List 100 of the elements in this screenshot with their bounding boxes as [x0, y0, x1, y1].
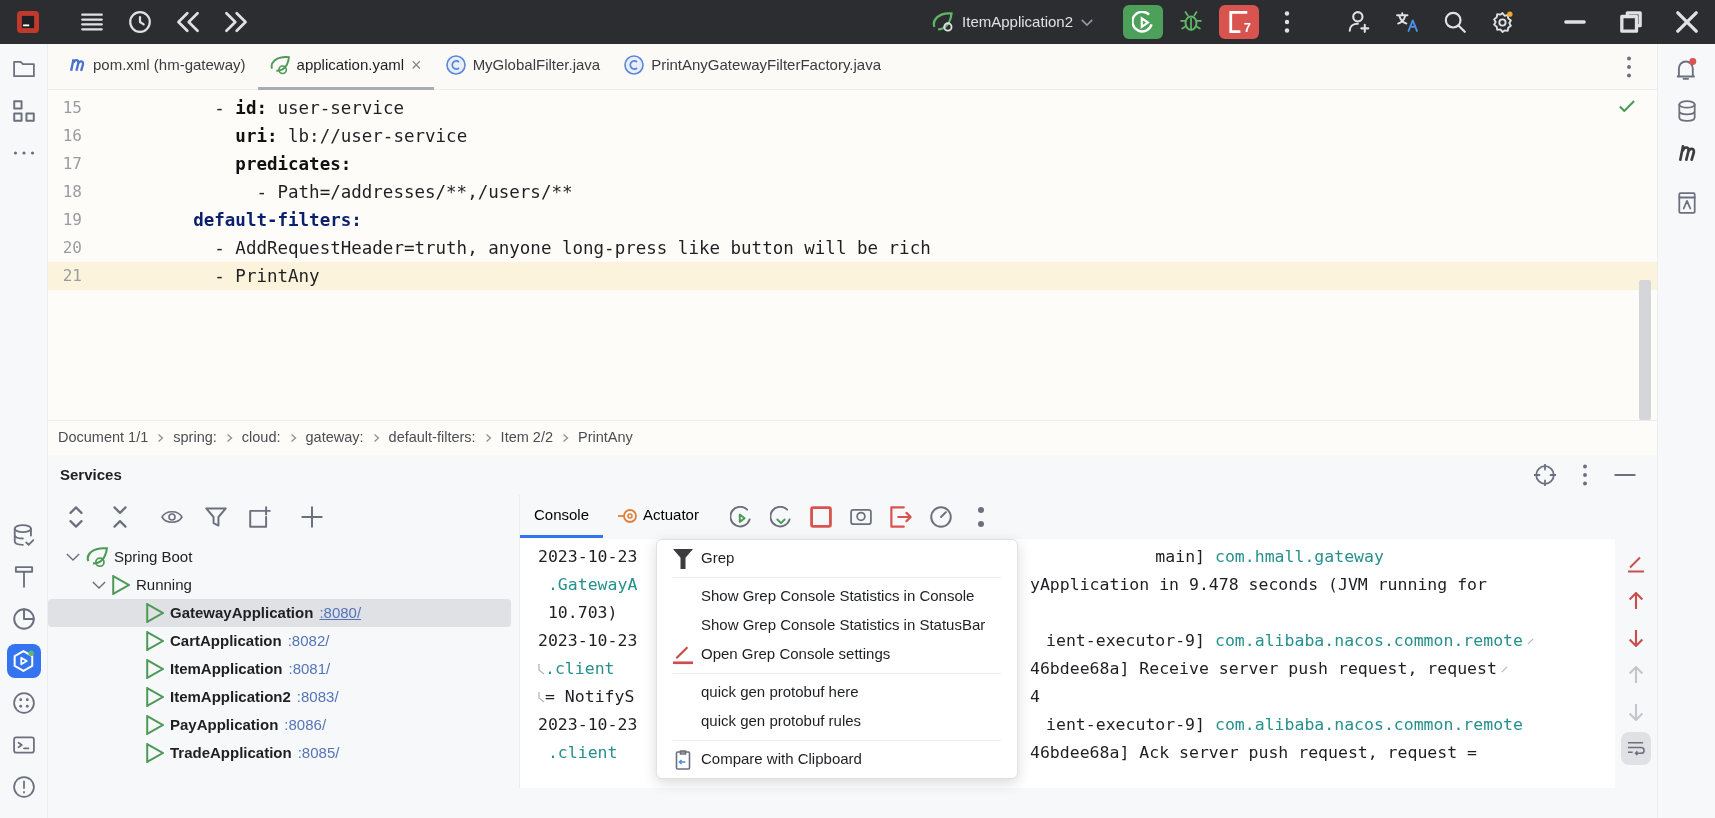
code-line: - AddRequestHeader=truth, anyone long-press like button will be rich: [213, 236, 931, 260]
notifications-icon[interactable]: [1675, 58, 1698, 80]
gauge-icon[interactable]: [929, 506, 952, 528]
console-text: .client: [545, 657, 615, 680]
forward-icon[interactable]: [225, 11, 247, 33]
tree-item[interactable]: GatewayApplication :8080/: [48, 599, 511, 627]
database-icon[interactable]: [12, 524, 35, 546]
back-icon[interactable]: [177, 11, 199, 33]
breadcrumb-item[interactable]: cloud:: [241, 427, 281, 449]
database-icon[interactable]: [1675, 100, 1698, 122]
console-text: .client: [546, 741, 618, 764]
services-icon[interactable]: [12, 650, 35, 672]
console-text: = NotifyS: [545, 685, 635, 708]
class-icon: [445, 55, 466, 75]
stop-icon: [1228, 11, 1250, 33]
tree-item[interactable]: PayApplication :8086/: [48, 711, 511, 739]
chevron-icon: [372, 433, 380, 443]
breadcrumb-item[interactable]: default-filters:: [388, 427, 476, 449]
up-arrow-icon: [1627, 591, 1645, 610]
settings-icon[interactable]: [1492, 11, 1514, 33]
crosshair-icon[interactable]: [1534, 464, 1556, 486]
restore-icon[interactable]: [1620, 11, 1642, 33]
camera-icon[interactable]: [849, 506, 872, 528]
warning-icon[interactable]: [12, 776, 35, 798]
soft-wrap-button[interactable]: [1621, 732, 1651, 765]
app-logo-icon[interactable]: [17, 11, 39, 33]
menu-item[interactable]: quick gen protobuf here: [657, 678, 1017, 707]
scrollbar-thumb[interactable]: [1639, 280, 1651, 420]
breadcrumb-item[interactable]: Document 1/1: [58, 427, 149, 449]
terminal-icon[interactable]: [12, 734, 35, 756]
console-text: main] com.hmall.gateway: [1154, 545, 1384, 568]
stop-button[interactable]: 7: [1219, 5, 1259, 39]
menu-item[interactable]: Open Grep Console settings: [657, 640, 1017, 669]
menu-icon[interactable]: [81, 11, 103, 33]
breadcrumb-item[interactable]: gateway:: [305, 427, 364, 449]
filter-icon[interactable]: [205, 506, 227, 528]
exit-icon[interactable]: [889, 506, 912, 528]
tree-item[interactable]: TradeApplication :8085/: [48, 739, 511, 767]
console-text: ient-executor-9] com.alibaba.nacos.common.remote: [1045, 713, 1523, 736]
menu-item[interactable]: Show Grep Console Statistics in StatusBar: [657, 611, 1017, 640]
run-configuration-dropdown[interactable]: ItemApplication2: [926, 9, 1099, 35]
maven-icon[interactable]: [1677, 145, 1696, 161]
breadcrumb-item[interactable]: Item 2/2: [500, 427, 553, 449]
console-text: 2023-10-23: [538, 713, 638, 736]
structure-icon[interactable]: [12, 100, 35, 122]
chevron-icon: [289, 433, 297, 443]
tree-item[interactable]: Spring Boot: [48, 543, 511, 571]
spring-icon: [269, 55, 290, 75]
restart-icon[interactable]: [769, 506, 792, 528]
pie-chart-icon[interactable]: [12, 608, 35, 630]
folder-icon[interactable]: [12, 58, 35, 80]
file-tab[interactable]: pom.xml (hm-gateway): [56, 43, 258, 90]
chevron-icon: [157, 433, 165, 443]
file-tab[interactable]: PrintAnyGatewayFilterFactory.java: [612, 43, 893, 90]
down-arrow-icon: [1627, 702, 1645, 721]
code-line: - id: user-service: [213, 96, 404, 120]
console-text: 10.703): [546, 601, 618, 624]
menu-item[interactable]: Compare with Clipboard: [657, 745, 1017, 774]
class-icon: [624, 55, 645, 75]
translate-icon[interactable]: [1396, 11, 1418, 33]
maven-icon: [68, 58, 86, 72]
close-tab-icon[interactable]: ×: [411, 51, 422, 79]
code-line: - Path=/addresses/**,/users/**: [255, 180, 573, 204]
tree-item[interactable]: CartApplication :8082/: [48, 627, 511, 655]
down-arrow-icon: [1627, 628, 1645, 647]
spring-icon: [932, 12, 955, 32]
panel-title: Services: [60, 464, 122, 485]
plus-icon[interactable]: [301, 506, 323, 528]
file-tab[interactable]: MyGlobalFilter.java: [433, 43, 613, 90]
breadcrumb-item[interactable]: PrintAny: [578, 427, 633, 449]
tree-item[interactable]: ItemApplication2 :8083/: [48, 683, 511, 711]
hammer-icon[interactable]: [12, 566, 35, 588]
history-icon[interactable]: [129, 11, 151, 33]
debug-bug-icon[interactable]: [1180, 11, 1202, 33]
code-line: - PrintAny: [213, 264, 320, 288]
rerun-button[interactable]: [1123, 5, 1163, 39]
breadcrumb-item[interactable]: spring:: [173, 427, 217, 449]
add-user-icon[interactable]: [1348, 11, 1370, 33]
tree-item[interactable]: ItemApplication :8081/: [48, 655, 511, 683]
line-number: 20: [61, 237, 83, 259]
tool-window-button[interactable]: [6, 644, 41, 678]
console-text: 46bdee68a] Receive server push request, request: [1030, 657, 1497, 680]
new-tab-icon[interactable]: [249, 506, 271, 528]
menu-item[interactable]: Grep: [657, 544, 1017, 573]
console-text: yApplication in 9.478 seconds (JVM running for: [1030, 573, 1487, 596]
pen-icon: [1627, 554, 1645, 573]
close-icon[interactable]: [1676, 11, 1698, 33]
ellipsis-icon[interactable]: [12, 150, 35, 156]
menu-item[interactable]: quick gen protobuf rules: [657, 707, 1017, 736]
font-book-icon[interactable]: [1675, 192, 1698, 214]
menu-item[interactable]: Show Grep Console Statistics in Console: [657, 582, 1017, 611]
tree-item[interactable]: Running: [48, 571, 511, 599]
soft-wrap-icon: [1627, 739, 1645, 758]
plugins-icon[interactable]: [12, 692, 35, 714]
stop-icon[interactable]: [809, 506, 832, 528]
search-icon[interactable]: [1444, 11, 1466, 33]
rerun-icon: [1132, 11, 1154, 33]
rerun-icon[interactable]: [729, 506, 752, 528]
console-text: 2023-10-23: [538, 629, 638, 652]
play-icon: [146, 715, 164, 735]
